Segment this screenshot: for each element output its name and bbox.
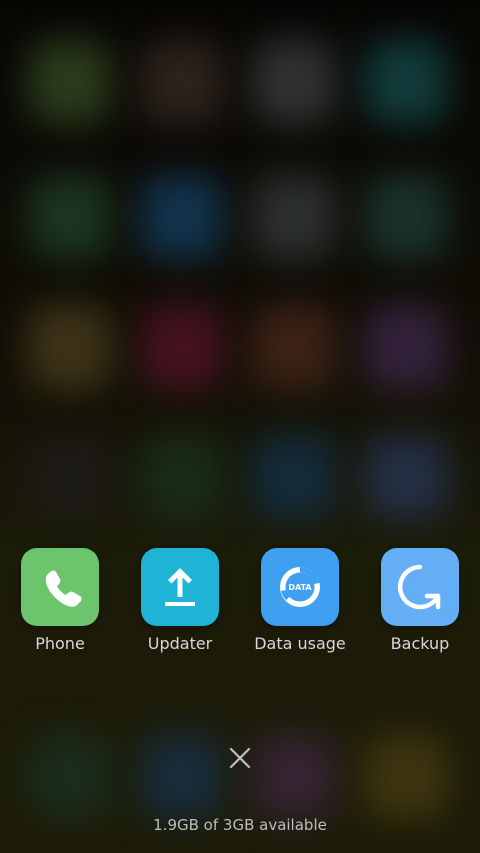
recent-app-backup[interactable]: Backup — [381, 548, 459, 653]
recent-app-updater[interactable]: Updater — [141, 548, 219, 653]
memory-status: 1.9GB of 3GB available — [153, 816, 327, 834]
recent-apps-row: Phone Updater DATA Data usage Backup — [0, 548, 480, 658]
close-icon — [229, 747, 251, 769]
recent-app-phone[interactable]: Phone — [21, 548, 99, 653]
recent-app-data-usage[interactable]: DATA Data usage — [254, 548, 346, 653]
data-icon-text: DATA — [288, 583, 312, 592]
data-icon: DATA — [280, 567, 320, 607]
blurred-home-background — [0, 0, 480, 853]
app-label: Updater — [147, 634, 213, 653]
phone-icon — [45, 570, 82, 607]
app-label: Phone — [35, 634, 85, 653]
clear-all-button[interactable] — [225, 743, 255, 773]
app-label: Backup — [390, 634, 450, 653]
upload-icon — [165, 568, 195, 606]
data-usage-app-icon[interactable]: DATA — [261, 548, 339, 626]
background-dim — [0, 0, 480, 853]
app-label: Data usage — [254, 634, 346, 653]
backup-icon — [397, 564, 441, 610]
updater-app-icon[interactable] — [141, 548, 219, 626]
backup-app-icon[interactable] — [381, 548, 459, 626]
phone-app-icon[interactable] — [21, 548, 99, 626]
